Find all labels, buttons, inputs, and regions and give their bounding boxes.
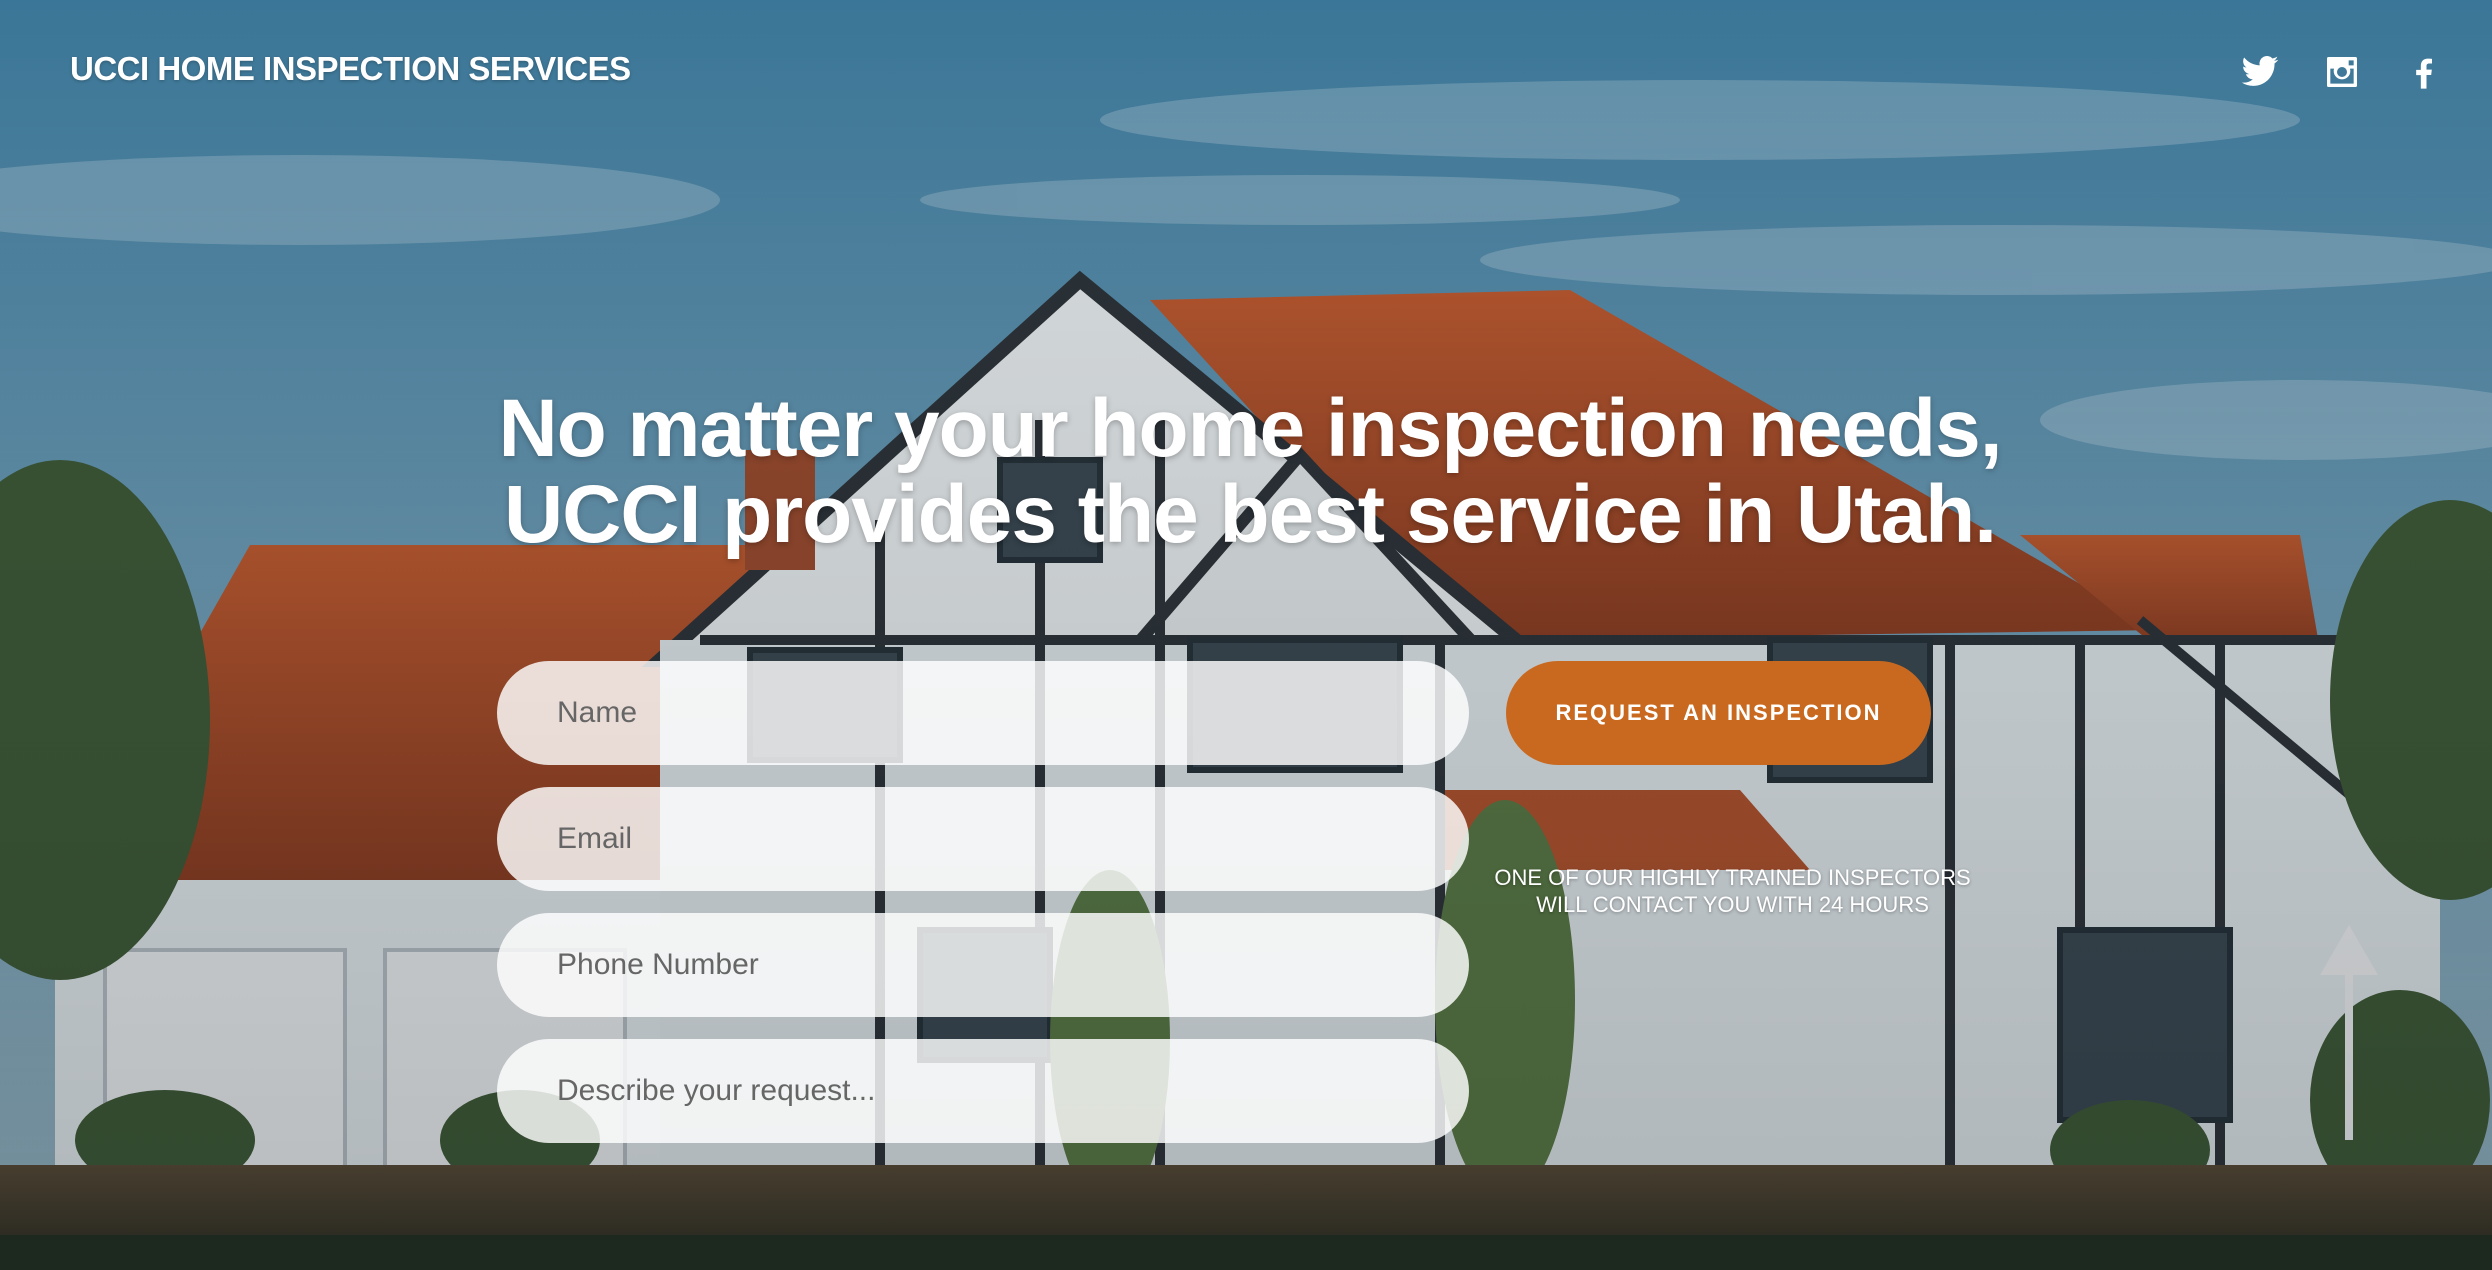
phone-number-input[interactable]	[497, 913, 1469, 1017]
site-brand-title[interactable]: UCCI HOME INSPECTION SERVICES	[70, 50, 631, 88]
name-input[interactable]	[497, 661, 1469, 765]
social-links	[2240, 52, 2444, 92]
twitter-icon[interactable]	[2240, 52, 2280, 92]
contact-note: ONE OF OUR HIGHLY TRAINED INSPECTORS WIL…	[1460, 864, 2005, 918]
hero-headline-line-2: UCCI provides the best service in Utah.	[503, 469, 1997, 560]
hero-headline-line-1: No matter your home inspection needs,	[498, 383, 2002, 474]
hero-headline: No matter your home inspection needs, UC…	[420, 386, 2080, 558]
facebook-icon[interactable]	[2404, 52, 2444, 92]
request-description-input[interactable]	[497, 1039, 1469, 1143]
request-inspection-button[interactable]: REQUEST AN INSPECTION	[1506, 661, 1931, 765]
contact-note-line-2: WILL CONTACT YOU WITH 24 HOURS	[1536, 892, 1929, 917]
instagram-icon[interactable]	[2322, 52, 2362, 92]
contact-note-line-1: ONE OF OUR HIGHLY TRAINED INSPECTORS	[1494, 865, 1971, 890]
email-input[interactable]	[497, 787, 1469, 891]
